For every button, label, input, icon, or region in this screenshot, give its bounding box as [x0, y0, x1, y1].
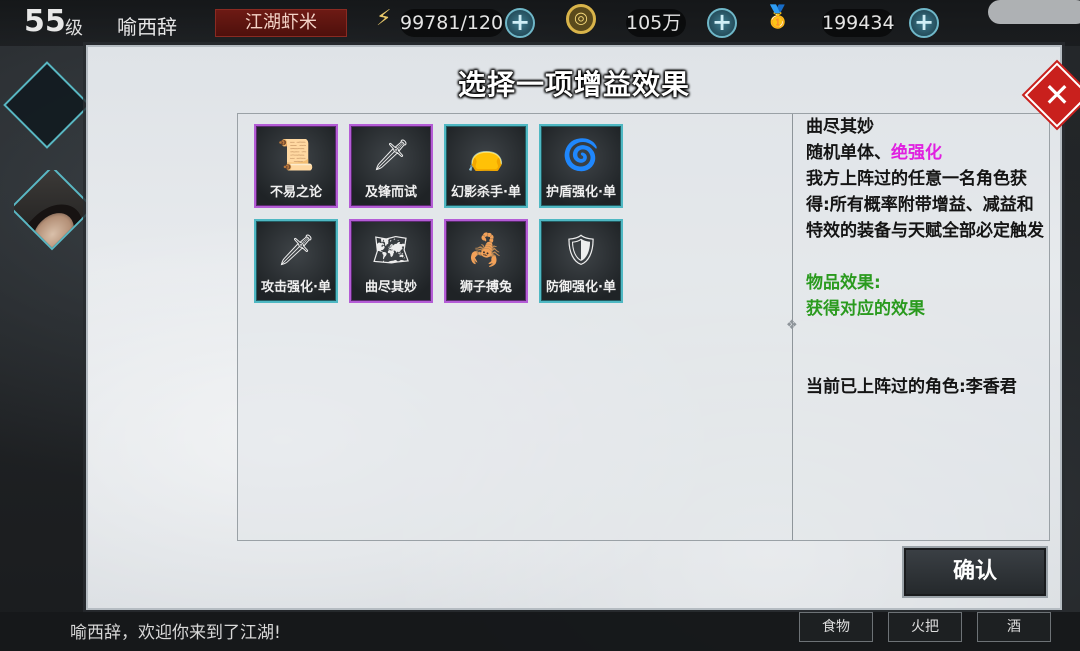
sword-icon: 🗡 [276, 233, 316, 268]
item-label: 攻击强化·单 [261, 280, 331, 295]
rank-badge[interactable]: 江湖虾米 [215, 9, 347, 37]
armor-icon: 🛡 [561, 233, 601, 268]
desc-spacer-2 [806, 322, 1046, 348]
player-name: 喻西辞 [117, 15, 177, 39]
item-slot[interactable]: 🌀 护盾强化·单 [539, 124, 623, 208]
gold-ingot-icon: 🥇 [764, 5, 792, 30]
item-label: 及锋而试 [364, 185, 417, 200]
desc-body: 我方上阵过的任意一名角色获得:所有概率附带增益、减益和特效的装备与天赋全部必定触… [806, 169, 1044, 241]
desc-effect-heading: 物品效果: [806, 273, 881, 293]
item-slot[interactable]: 🗡 及锋而试 [349, 124, 433, 208]
top-right-pill[interactable] [988, 0, 1080, 24]
item-label: 防御强化·单 [546, 280, 616, 295]
desc-spacer-3 [806, 348, 1046, 374]
item-slot[interactable]: 🗺 曲尽其妙 [349, 219, 433, 303]
portrait-frame [14, 170, 90, 251]
content-panel: 📜 不易之论 🗡 及锋而试 👝 幻影杀手·单 🌀 护盾强化·单 🗡 攻击强化·单 🗺 曲尽其妙 🦂 狮子搏… [237, 113, 1050, 541]
coin-counter: 105万 [626, 9, 686, 37]
item-slot[interactable]: 👝 幻影杀手·单 [444, 124, 528, 208]
desc-target-prefix: 随机单体、 [806, 143, 891, 163]
desc-target-highlight: 绝强化 [891, 143, 942, 163]
item-slot[interactable]: 🗡 攻击强化·单 [254, 219, 338, 303]
desc-effect-text: 获得对应的效果 [806, 299, 925, 319]
item-label: 幻影杀手·单 [451, 185, 521, 200]
item-label: 狮子搏兔 [459, 280, 512, 295]
shield-orb-icon: 🌀 [562, 138, 600, 173]
desc-item-name: 曲尽其妙 [806, 117, 874, 137]
close-icon[interactable]: ✕ [1034, 70, 1080, 120]
wine-button[interactable]: 酒 [977, 612, 1051, 642]
item-label: 曲尽其妙 [364, 280, 417, 295]
bottom-bar: 喻西辞，欢迎你来到了江湖! 食物 火把 酒 [0, 612, 1080, 651]
desc-target: 随机单体、绝强化 [806, 140, 1046, 166]
desc-deployed-roles: 当前已上阵过的角色:李香君 [806, 377, 1017, 397]
coin-icon: ◎ [566, 4, 596, 34]
dialog-title: 选择一项增益效果 [457, 68, 690, 101]
welcome-message: 喻西辞，欢迎你来到了江湖! [70, 623, 281, 643]
gold-counter: 199434 [822, 9, 895, 37]
item-label: 护盾强化·单 [546, 185, 616, 200]
folding-screen-icon: 🗺 [371, 233, 411, 268]
item-description: 曲尽其妙 随机单体、绝强化 我方上阵过的任意一名角色获得:所有概率附带增益、减益… [806, 114, 1046, 400]
desc-spacer [806, 244, 1046, 270]
item-grid: 📜 不易之论 🗡 及锋而试 👝 幻影杀手·单 🌀 护盾强化·单 🗡 攻击强化·单 🗺 曲尽其妙 🦂 狮子搏… [254, 124, 623, 303]
character-portrait[interactable] [14, 170, 90, 260]
item-slot[interactable]: 📜 不易之论 [254, 124, 338, 208]
cloth-pouch-icon: 👝 [467, 138, 505, 173]
rifle-icon: 🗡 [371, 138, 411, 173]
scorpion-icon: 🦂 [467, 233, 505, 268]
player-level: 55 [24, 4, 66, 39]
food-button[interactable]: 食物 [799, 612, 873, 642]
stamina-counter: 99781/120 [400, 9, 504, 37]
lightning-icon: ⚡ [376, 6, 392, 31]
add-coins-button[interactable]: + [707, 8, 737, 38]
item-slot[interactable]: 🛡 防御强化·单 [539, 219, 623, 303]
divider-handle-icon[interactable]: ❖ [786, 318, 798, 333]
torch-button[interactable]: 火把 [888, 612, 962, 642]
confirm-button[interactable]: 确认 [902, 546, 1048, 598]
item-label: 不易之论 [269, 185, 322, 200]
level-unit: 级 [65, 18, 83, 39]
bamboo-scroll-icon: 📜 [277, 138, 315, 173]
buff-select-dialog: 选择一项增益效果 📜 不易之论 🗡 及锋而试 👝 幻影杀手·单 🌀 护盾强化·单 🗡 攻击强化·单… [86, 45, 1062, 610]
item-slot[interactable]: 🦂 狮子搏兔 [444, 219, 528, 303]
top-status-bar: 55 级 喻西辞 江湖虾米 ⚡ 99781/120 + ◎ 105万 + 🥇 1… [0, 0, 1080, 46]
add-stamina-button[interactable]: + [505, 8, 535, 38]
add-gold-button[interactable]: + [909, 8, 939, 38]
